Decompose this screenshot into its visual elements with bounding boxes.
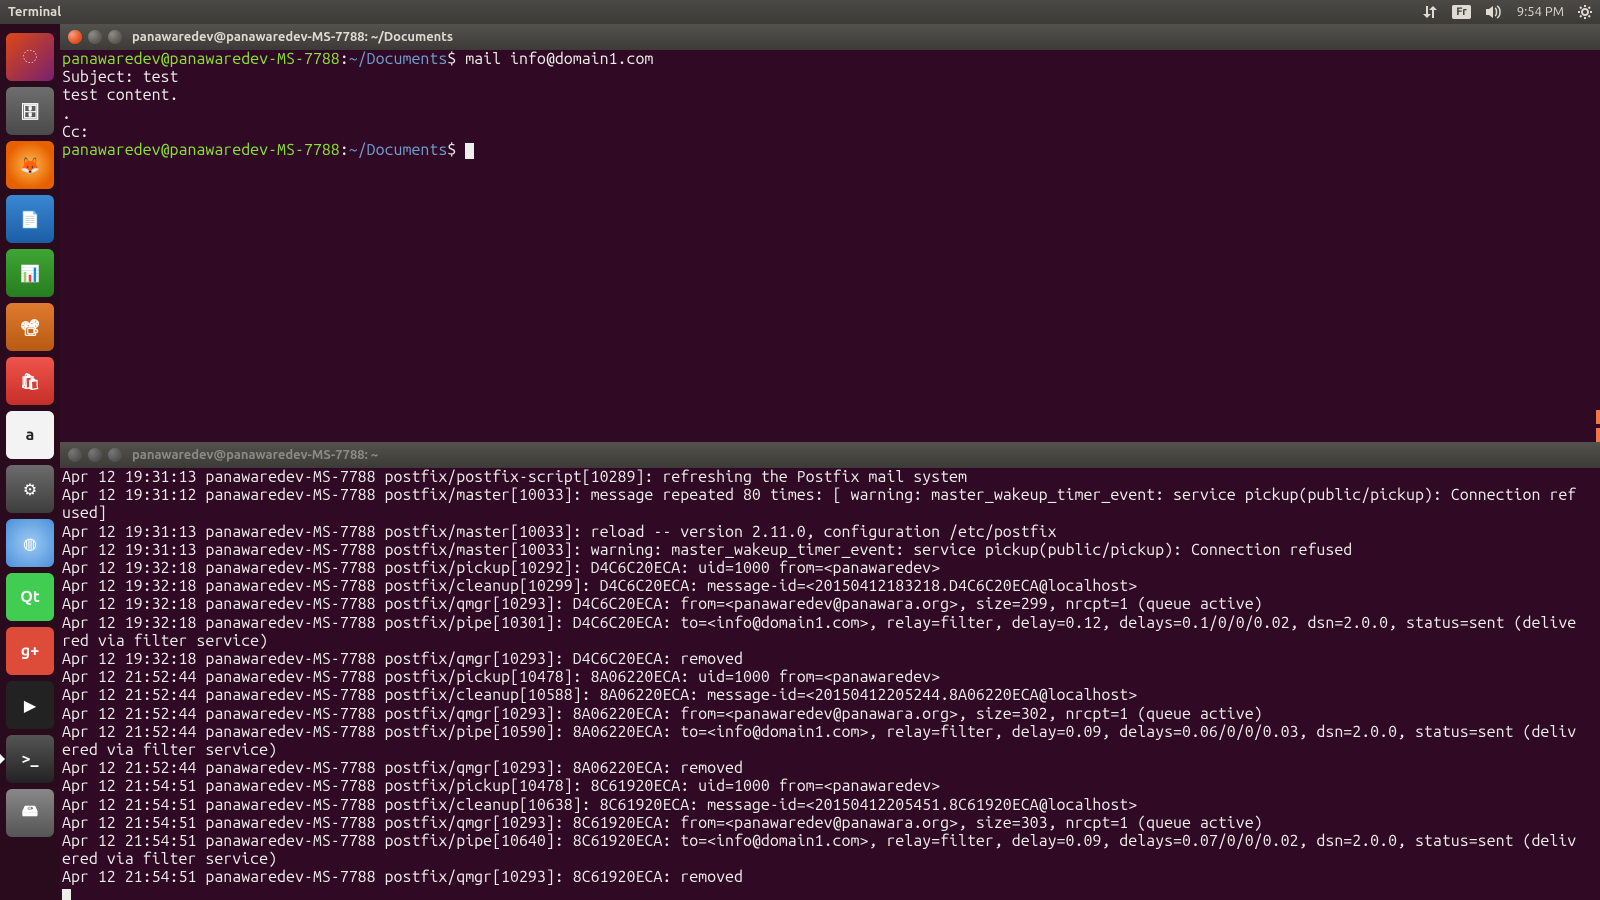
launcher-writer[interactable]: 📄 (6, 195, 54, 243)
launcher-impress[interactable]: 📽 (6, 303, 54, 351)
window-close-button[interactable] (68, 30, 82, 44)
keyboard-layout-indicator[interactable]: Fr (1452, 5, 1471, 19)
sound-icon[interactable] (1485, 5, 1503, 19)
window-minimize-button[interactable] (88, 30, 102, 44)
launcher-youtube[interactable]: ▶ (6, 681, 54, 729)
window-titlebar[interactable]: panawaredev@panawaredev-MS-7788: ~/Docum… (60, 24, 1600, 50)
window-maximize-button[interactable] (108, 448, 122, 462)
launcher-terminal[interactable]: >_ (6, 735, 54, 783)
terminal-output[interactable]: Apr 12 19:31:13 panawaredev-MS-7788 post… (60, 468, 1600, 900)
window-close-button[interactable] (68, 448, 82, 462)
launcher-calc[interactable]: 📊 (6, 249, 54, 297)
launcher-software-center[interactable]: 🛍 (6, 357, 54, 405)
window-title: panawaredev@panawaredev-MS-7788: ~/Docum… (132, 30, 453, 44)
session-gear-icon[interactable] (1578, 5, 1592, 19)
launcher-files[interactable]: 🗄 (6, 87, 54, 135)
launcher-firefox[interactable]: 🦊 (6, 141, 54, 189)
terminal-window-home[interactable]: panawaredev@panawaredev-MS-7788: ~ Apr 1… (60, 442, 1600, 900)
top-menu-bar: Terminal Fr 9:54 PM (0, 0, 1600, 24)
launcher-settings[interactable]: ⚙ (6, 465, 54, 513)
launcher-dash[interactable]: ◌ (6, 33, 54, 81)
focus-indicator (1596, 410, 1600, 442)
terminal-output[interactable]: panawaredev@panawaredev-MS-7788:~/Docume… (60, 50, 1600, 442)
launcher-amazon[interactable]: a (6, 411, 54, 459)
launcher-google-plus[interactable]: g+ (6, 627, 54, 675)
text-cursor (465, 143, 474, 159)
clock[interactable]: 9:54 PM (1517, 5, 1564, 19)
window-title: panawaredev@panawaredev-MS-7788: ~ (132, 448, 378, 462)
launcher-qt[interactable]: Qt (6, 573, 54, 621)
window-minimize-button[interactable] (88, 448, 102, 462)
network-icon[interactable] (1422, 5, 1438, 19)
workspace: panawaredev@panawaredev-MS-7788: ~/Docum… (60, 24, 1600, 900)
active-app-label: Terminal (8, 5, 61, 19)
launcher-chromium[interactable]: ◍ (6, 519, 54, 567)
terminal-window-documents[interactable]: panawaredev@panawaredev-MS-7788: ~/Docum… (60, 24, 1600, 442)
window-maximize-button[interactable] (108, 30, 122, 44)
window-titlebar[interactable]: panawaredev@panawaredev-MS-7788: ~ (60, 442, 1600, 468)
text-cursor (62, 889, 71, 900)
unity-launcher: ◌ 🗄 🦊 📄 📊 📽 🛍 a ⚙ ◍ Qt g+ ▶ >_ 🖴 (0, 24, 60, 900)
launcher-devices[interactable]: 🖴 (6, 789, 54, 837)
